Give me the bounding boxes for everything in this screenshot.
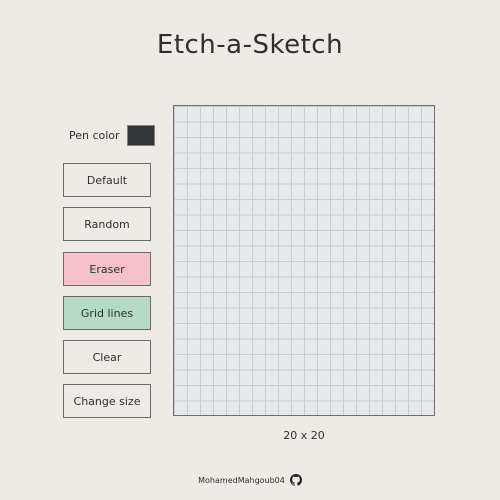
- pen-color-picker[interactable]: [126, 125, 155, 146]
- random-button[interactable]: Random: [63, 207, 151, 241]
- author-link[interactable]: MohamedMahgoub04: [198, 476, 285, 485]
- github-icon[interactable]: [289, 474, 302, 486]
- eraser-button[interactable]: Eraser: [63, 252, 151, 286]
- page-title: Etch-a-Sketch: [156, 30, 344, 60]
- sketch-grid[interactable]: [173, 105, 435, 416]
- default-button[interactable]: Default: [63, 163, 151, 197]
- grid-size-label: 20 x 20: [283, 429, 325, 442]
- pen-color-row: Pen color: [69, 125, 155, 146]
- pen-color-label: Pen color: [69, 129, 120, 142]
- change-size-button[interactable]: Change size: [63, 384, 151, 418]
- clear-button[interactable]: Clear: [63, 340, 151, 374]
- footer: MohamedMahgoub04: [0, 474, 500, 486]
- grid-lines-button[interactable]: Grid lines: [63, 296, 151, 330]
